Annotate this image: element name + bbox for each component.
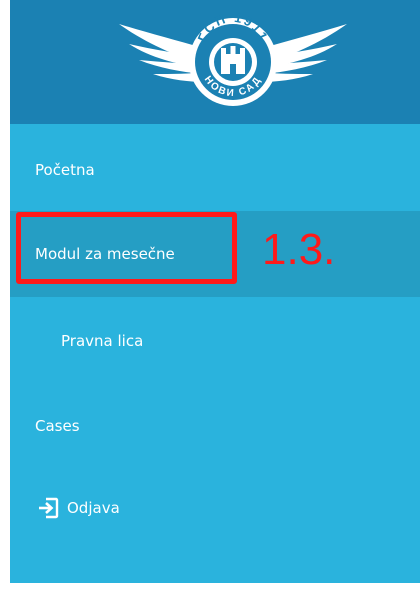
sidebar-item-label: Pravna lica bbox=[61, 332, 144, 350]
sidebar-item-label: Odjava bbox=[67, 499, 120, 517]
coat-of-arms-icon bbox=[221, 46, 245, 74]
sidebar-subitem-pravna-lica[interactable]: Pravna lica bbox=[10, 313, 420, 369]
sidebar-item-pocetna[interactable]: Početna bbox=[10, 142, 420, 198]
sidebar-item-cases[interactable]: Cases bbox=[10, 398, 420, 454]
annotation-highlight-box bbox=[16, 212, 237, 284]
sidebar-item-label: Cases bbox=[35, 417, 80, 435]
sidebar: ГСП 1911 НОВИ САД Početna Modul za meseč… bbox=[10, 0, 420, 583]
app-frame: ГСП 1911 НОВИ САД Početna Modul za meseč… bbox=[0, 0, 420, 590]
annotation-step-label: 1.3. bbox=[262, 225, 336, 274]
logo-band: ГСП 1911 НОВИ САД bbox=[10, 0, 420, 124]
sidebar-item-label: Početna bbox=[35, 161, 95, 179]
logout-icon bbox=[39, 497, 59, 519]
sidebar-item-odjava[interactable]: Odjava bbox=[10, 480, 420, 536]
club-emblem-logo[interactable]: ГСП 1911 НОВИ САД bbox=[117, 6, 349, 116]
